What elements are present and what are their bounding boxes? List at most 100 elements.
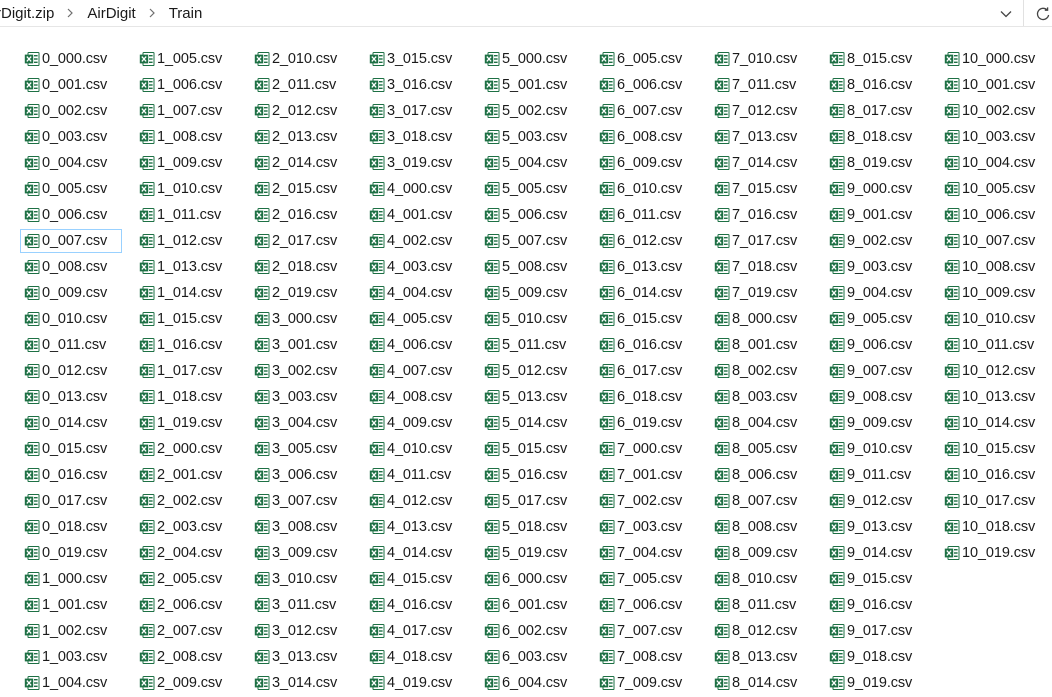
file-item[interactable]: 0_014.csv [20,411,122,435]
file-item[interactable]: 1_000.csv [20,567,122,591]
file-item[interactable]: 4_002.csv [365,229,467,253]
file-item[interactable]: 2_018.csv [250,255,352,279]
file-item[interactable]: 10_011.csv [940,333,1052,357]
history-dropdown-button[interactable] [992,2,1020,26]
file-item[interactable]: 10_007.csv [940,229,1052,253]
file-item[interactable]: 4_005.csv [365,307,467,331]
file-item[interactable]: 6_016.csv [595,333,697,357]
file-item[interactable]: 5_001.csv [480,73,582,97]
file-item[interactable]: 1_019.csv [135,411,237,435]
file-item[interactable]: 9_002.csv [825,229,927,253]
file-item[interactable]: 2_007.csv [135,619,237,643]
file-item[interactable]: 7_016.csv [710,203,812,227]
file-item[interactable]: 8_006.csv [710,463,812,487]
chevron-right-icon[interactable] [148,7,156,19]
file-item[interactable]: 10_000.csv [940,47,1052,71]
file-item[interactable]: 3_002.csv [250,359,352,383]
file-item[interactable]: 5_018.csv [480,515,582,539]
file-item[interactable]: 5_002.csv [480,99,582,123]
file-item[interactable]: 10_006.csv [940,203,1052,227]
file-item[interactable]: 8_019.csv [825,151,927,175]
file-item[interactable]: 7_000.csv [595,437,697,461]
file-item[interactable]: 9_018.csv [825,645,927,669]
file-item[interactable]: 2_015.csv [250,177,352,201]
file-item[interactable]: 9_012.csv [825,489,927,513]
file-item[interactable]: 3_013.csv [250,645,352,669]
file-item[interactable]: 8_004.csv [710,411,812,435]
file-item[interactable]: 6_013.csv [595,255,697,279]
file-item[interactable]: 6_011.csv [595,203,697,227]
file-item[interactable]: 9_014.csv [825,541,927,565]
file-item[interactable]: 5_006.csv [480,203,582,227]
file-item[interactable]: 3_007.csv [250,489,352,513]
file-item[interactable]: 3_006.csv [250,463,352,487]
file-item[interactable]: 0_003.csv [20,125,122,149]
file-item[interactable]: 5_011.csv [480,333,582,357]
file-item[interactable]: 0_006.csv [20,203,122,227]
file-item[interactable]: 3_005.csv [250,437,352,461]
file-item[interactable]: 1_015.csv [135,307,237,331]
file-item[interactable]: 1_008.csv [135,125,237,149]
file-item[interactable]: 10_015.csv [940,437,1052,461]
file-item[interactable]: 2_019.csv [250,281,352,305]
file-item[interactable]: 2_012.csv [250,99,352,123]
file-item[interactable]: 4_000.csv [365,177,467,201]
file-item[interactable]: 5_016.csv [480,463,582,487]
file-item[interactable]: 10_019.csv [940,541,1052,565]
file-item[interactable]: 9_001.csv [825,203,927,227]
file-item[interactable]: 1_001.csv [20,593,122,617]
file-item[interactable]: 5_013.csv [480,385,582,409]
file-item[interactable]: 1_007.csv [135,99,237,123]
file-item[interactable]: 4_018.csv [365,645,467,669]
file-item[interactable]: 1_017.csv [135,359,237,383]
file-item[interactable]: 4_014.csv [365,541,467,565]
file-item[interactable]: 5_008.csv [480,255,582,279]
file-item[interactable]: 3_015.csv [365,47,467,71]
file-item[interactable]: 10_003.csv [940,125,1052,149]
file-item[interactable]: 3_018.csv [365,125,467,149]
file-item[interactable]: 7_003.csv [595,515,697,539]
file-item[interactable]: 9_009.csv [825,411,927,435]
file-item[interactable]: 9_007.csv [825,359,927,383]
file-item[interactable]: 7_007.csv [595,619,697,643]
file-item[interactable]: 10_014.csv [940,411,1052,435]
file-item[interactable]: 2_005.csv [135,567,237,591]
file-item[interactable]: 3_019.csv [365,151,467,175]
file-item[interactable]: 3_008.csv [250,515,352,539]
file-item[interactable]: 5_003.csv [480,125,582,149]
file-item[interactable]: 6_007.csv [595,99,697,123]
file-item[interactable]: 0_012.csv [20,359,122,383]
file-item[interactable]: 10_005.csv [940,177,1052,201]
file-item[interactable]: 6_015.csv [595,307,697,331]
file-item[interactable]: 4_013.csv [365,515,467,539]
file-item[interactable]: 5_007.csv [480,229,582,253]
file-item[interactable]: 9_015.csv [825,567,927,591]
file-item[interactable]: 1_009.csv [135,151,237,175]
file-item[interactable]: 0_015.csv [20,437,122,461]
file-item[interactable]: 6_017.csv [595,359,697,383]
file-item[interactable]: 8_014.csv [710,671,812,695]
file-item[interactable]: 4_016.csv [365,593,467,617]
file-item[interactable]: 4_011.csv [365,463,467,487]
file-item[interactable]: 2_006.csv [135,593,237,617]
file-item[interactable]: 2_008.csv [135,645,237,669]
file-item[interactable]: 5_019.csv [480,541,582,565]
file-item[interactable]: 4_003.csv [365,255,467,279]
file-item[interactable]: 9_019.csv [825,671,927,695]
file-item[interactable]: 7_005.csv [595,567,697,591]
file-item[interactable]: 0_016.csv [20,463,122,487]
file-item[interactable]: 5_009.csv [480,281,582,305]
file-item[interactable]: 0_008.csv [20,255,122,279]
file-item[interactable]: 6_019.csv [595,411,697,435]
file-item[interactable]: 4_010.csv [365,437,467,461]
file-item[interactable]: 9_017.csv [825,619,927,643]
file-item[interactable]: 0_000.csv [20,47,122,71]
file-item[interactable]: 2_013.csv [250,125,352,149]
file-item[interactable]: 10_008.csv [940,255,1052,279]
file-item[interactable]: 8_000.csv [710,307,812,331]
file-item[interactable]: 7_004.csv [595,541,697,565]
file-item[interactable]: 3_016.csv [365,73,467,97]
file-item[interactable]: 8_003.csv [710,385,812,409]
file-item[interactable]: 3_001.csv [250,333,352,357]
file-item[interactable]: 0_009.csv [20,281,122,305]
